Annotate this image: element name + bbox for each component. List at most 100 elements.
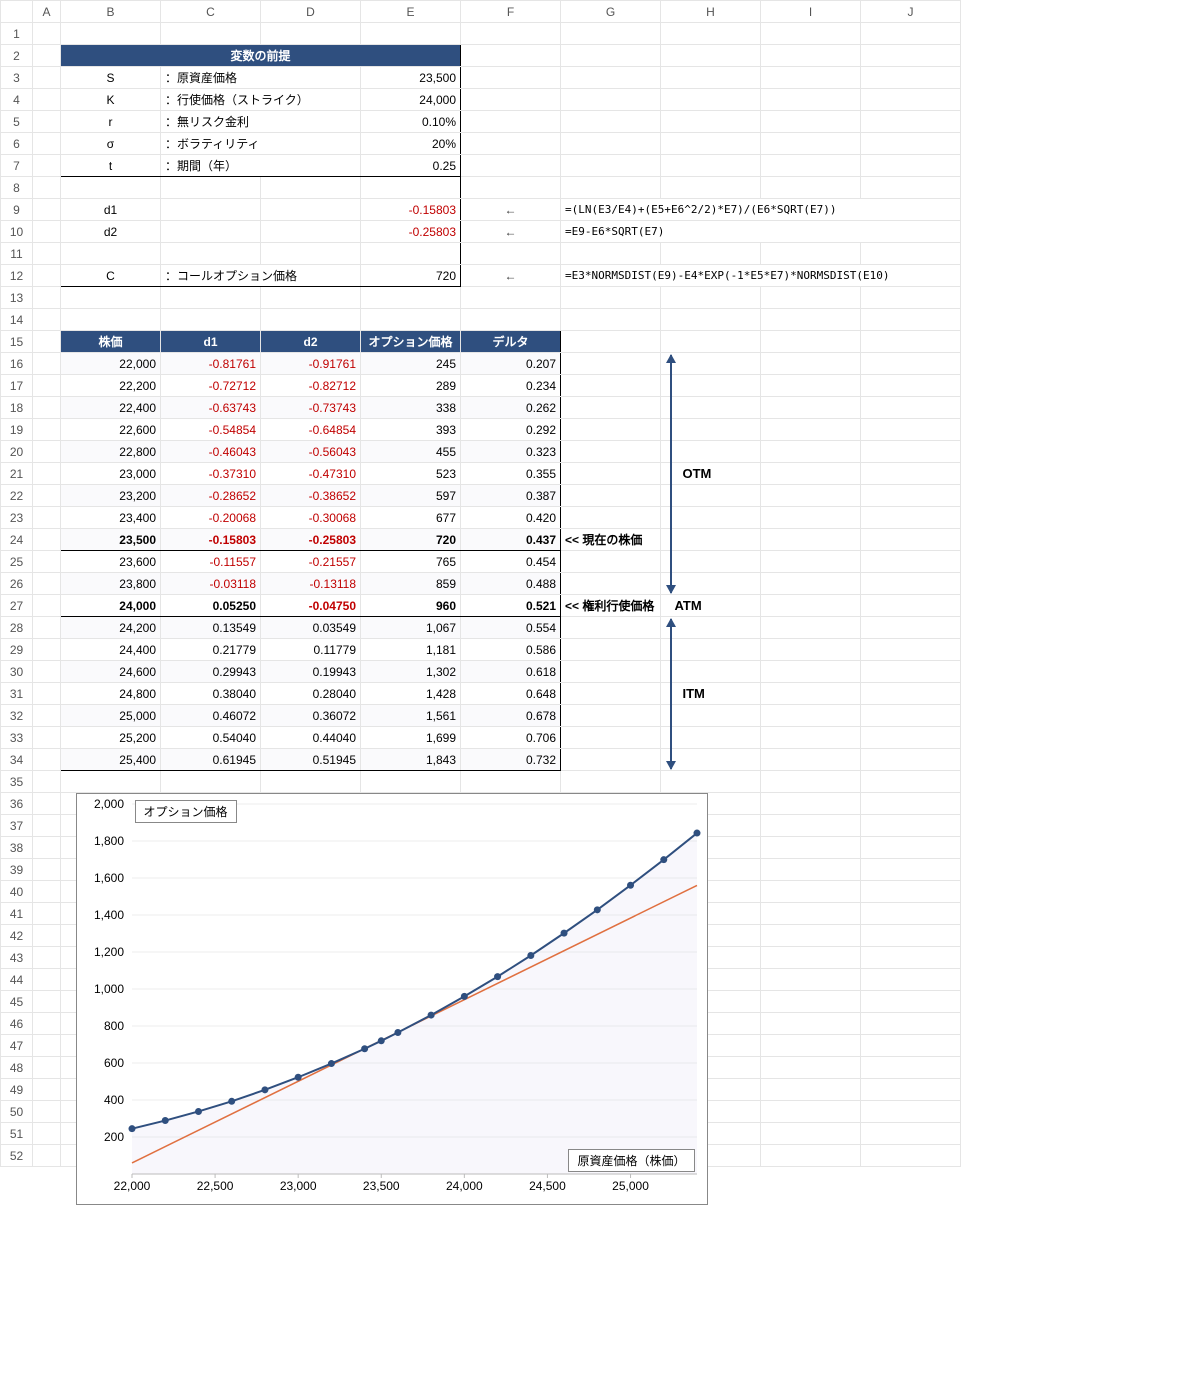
row-header-28[interactable]: 28 (1, 617, 33, 639)
cell-A28[interactable] (33, 617, 61, 639)
row-header-29[interactable]: 29 (1, 639, 33, 661)
cell-A5[interactable] (33, 111, 61, 133)
cell-A42[interactable] (33, 925, 61, 947)
cell-H15[interactable] (661, 331, 761, 353)
cell-F24[interactable]: 0.437 (461, 529, 561, 551)
row-header-6[interactable]: 6 (1, 133, 33, 155)
cell-H32[interactable] (661, 705, 761, 727)
cell-I5[interactable] (761, 111, 861, 133)
cell-B15[interactable]: 株価 (61, 331, 161, 353)
cell-G5[interactable] (561, 111, 661, 133)
cell-I46[interactable] (761, 1013, 861, 1035)
cell-J30[interactable] (861, 661, 961, 683)
cell-C34[interactable]: 0.61945 (161, 749, 261, 771)
cell-A33[interactable] (33, 727, 61, 749)
cell-C18[interactable]: -0.63743 (161, 397, 261, 419)
cell-F13[interactable] (461, 287, 561, 309)
cell-B33[interactable]: 25,200 (61, 727, 161, 749)
cell-F8[interactable] (461, 177, 561, 199)
cell-J18[interactable] (861, 397, 961, 419)
col-header-B[interactable]: B (61, 1, 161, 23)
cell-J32[interactable] (861, 705, 961, 727)
row-header-52[interactable]: 52 (1, 1145, 33, 1167)
cell-A31[interactable] (33, 683, 61, 705)
cell-H3[interactable] (661, 67, 761, 89)
cell-C22[interactable]: -0.28652 (161, 485, 261, 507)
cell-D20[interactable]: -0.56043 (261, 441, 361, 463)
cell-I37[interactable] (761, 815, 861, 837)
cell-A21[interactable] (33, 463, 61, 485)
cell-D21[interactable]: -0.47310 (261, 463, 361, 485)
cell-F15[interactable]: デルタ (461, 331, 561, 353)
cell-F29[interactable]: 0.586 (461, 639, 561, 661)
cell-J7[interactable] (861, 155, 961, 177)
cell-C21[interactable]: -0.37310 (161, 463, 261, 485)
cell-B32[interactable]: 25,000 (61, 705, 161, 727)
cell-J13[interactable] (861, 287, 961, 309)
cell-F34[interactable]: 0.732 (461, 749, 561, 771)
cell-E7[interactable]: 0.25 (361, 155, 461, 177)
cell-I7[interactable] (761, 155, 861, 177)
cell-H19[interactable] (661, 419, 761, 441)
row-header-18[interactable]: 18 (1, 397, 33, 419)
cell-A38[interactable] (33, 837, 61, 859)
cell-D10[interactable] (261, 221, 361, 243)
cell-J14[interactable] (861, 309, 961, 331)
cell-A12[interactable] (33, 265, 61, 287)
col-header-G[interactable]: G (561, 1, 661, 23)
cell-A32[interactable] (33, 705, 61, 727)
cell-G13[interactable] (561, 287, 661, 309)
cell-C10[interactable] (161, 221, 261, 243)
cell-I49[interactable] (761, 1079, 861, 1101)
cell-A20[interactable] (33, 441, 61, 463)
cell-D27[interactable]: -0.04750 (261, 595, 361, 617)
cell-H11[interactable] (661, 243, 761, 265)
cell-C33[interactable]: 0.54040 (161, 727, 261, 749)
col-header-D[interactable]: D (261, 1, 361, 23)
cell-B2[interactable]: 変数の前提 (61, 45, 461, 67)
row-header-9[interactable]: 9 (1, 199, 33, 221)
cell-J24[interactable] (861, 529, 961, 551)
cell-H30[interactable] (661, 661, 761, 683)
cell-C5[interactable]: ：無リスク金利 (161, 111, 361, 133)
cell-A46[interactable] (33, 1013, 61, 1035)
cell-H35[interactable] (661, 771, 761, 793)
cell-C35[interactable] (161, 771, 261, 793)
row-header-47[interactable]: 47 (1, 1035, 33, 1057)
cell-E15[interactable]: オプション価格 (361, 331, 461, 353)
cell-G31[interactable] (561, 683, 661, 705)
cell-J1[interactable] (861, 23, 961, 45)
cell-C17[interactable]: -0.72712 (161, 375, 261, 397)
cell-J17[interactable] (861, 375, 961, 397)
row-header-50[interactable]: 50 (1, 1101, 33, 1123)
cell-D18[interactable]: -0.73743 (261, 397, 361, 419)
cell-B12[interactable]: C (61, 265, 161, 287)
cell-A14[interactable] (33, 309, 61, 331)
cell-I18[interactable] (761, 397, 861, 419)
cell-A22[interactable] (33, 485, 61, 507)
cell-C8[interactable] (161, 177, 261, 199)
cell-B14[interactable] (61, 309, 161, 331)
cell-J29[interactable] (861, 639, 961, 661)
corner-cell[interactable] (1, 1, 33, 23)
row-header-1[interactable]: 1 (1, 23, 33, 45)
cell-H8[interactable] (661, 177, 761, 199)
cell-E23[interactable]: 677 (361, 507, 461, 529)
cell-A7[interactable] (33, 155, 61, 177)
cell-A40[interactable] (33, 881, 61, 903)
cell-H18[interactable] (661, 397, 761, 419)
cell-D32[interactable]: 0.36072 (261, 705, 361, 727)
row-header-24[interactable]: 24 (1, 529, 33, 551)
row-header-22[interactable]: 22 (1, 485, 33, 507)
cell-H23[interactable] (661, 507, 761, 529)
row-header-2[interactable]: 2 (1, 45, 33, 67)
cell-A15[interactable] (33, 331, 61, 353)
cell-E32[interactable]: 1,561 (361, 705, 461, 727)
cell-E12[interactable]: 720 (361, 265, 461, 287)
cell-I31[interactable] (761, 683, 861, 705)
cell-I44[interactable] (761, 969, 861, 991)
cell-C24[interactable]: -0.15803 (161, 529, 261, 551)
cell-D19[interactable]: -0.64854 (261, 419, 361, 441)
cell-I14[interactable] (761, 309, 861, 331)
cell-A24[interactable] (33, 529, 61, 551)
